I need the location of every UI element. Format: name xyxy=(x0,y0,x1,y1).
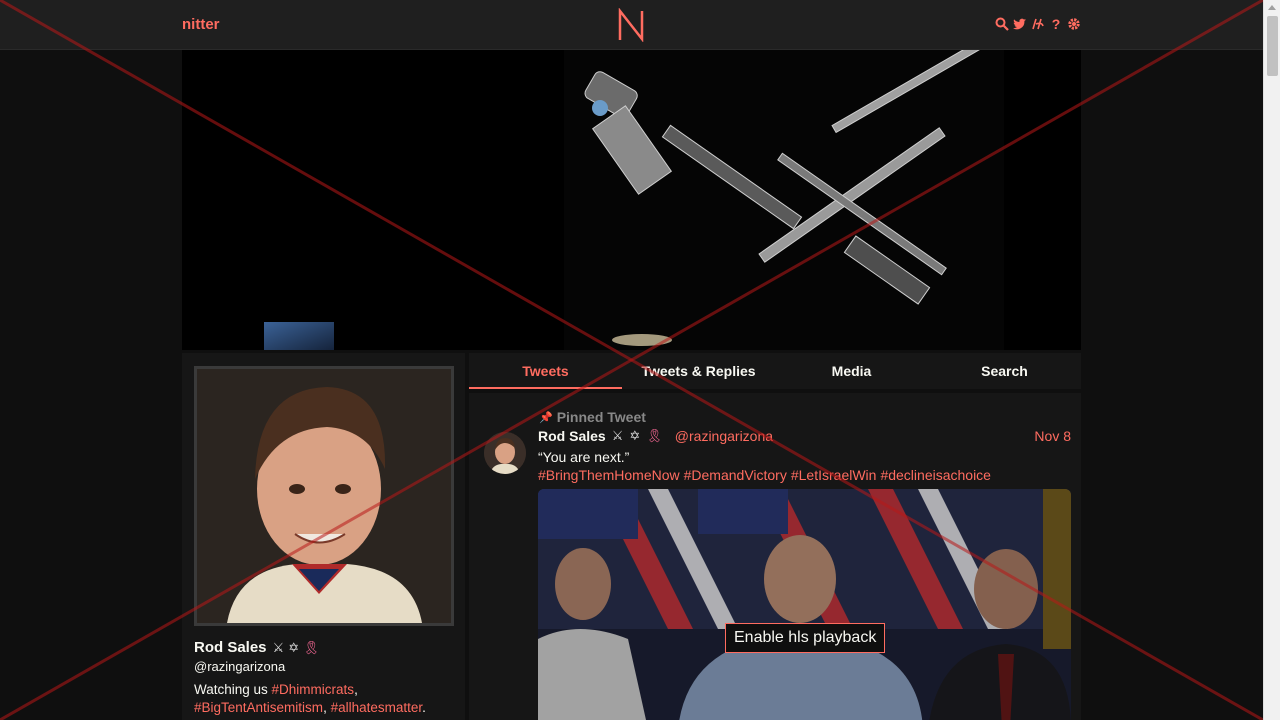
sword-icon: ⚔ xyxy=(611,428,624,443)
twitter-icon[interactable] xyxy=(1013,16,1027,32)
scroll-up-arrow-icon[interactable] xyxy=(1268,5,1276,10)
enable-hls-playback-button[interactable]: Enable hls playback xyxy=(725,623,886,653)
profile-name[interactable]: Rod Sales ⚔ ✡ 🎗 xyxy=(194,639,320,656)
page-scrollbar[interactable] xyxy=(1263,0,1280,720)
tab-search[interactable]: Search xyxy=(928,353,1081,389)
pin-icon: 📌 xyxy=(539,411,553,424)
brand-link[interactable]: nitter xyxy=(182,16,220,33)
tweet-avatar[interactable] xyxy=(484,432,526,474)
bio-hashtag-allhatesmatter[interactable]: #allhatesmatter xyxy=(331,700,423,715)
bio-hashtag-dhimmicrats[interactable]: #Dhimmicrats xyxy=(272,682,355,697)
rss-icon[interactable] xyxy=(1031,16,1045,32)
search-icon[interactable] xyxy=(995,16,1009,32)
avatar-image xyxy=(197,369,451,623)
gear-icon[interactable] xyxy=(1067,16,1081,32)
profile-bio: Watching us #Dhimmicrats, #BigTentAntisem… xyxy=(194,681,454,717)
profile-name-text: Rod Sales xyxy=(194,639,267,656)
tab-tweets-replies[interactable]: Tweets & Replies xyxy=(622,353,775,389)
hashtag-demandvictory[interactable]: #DemandVictory xyxy=(684,467,787,483)
tweet-author-handle[interactable]: @razingarizona xyxy=(675,428,773,444)
profile-card: Rod Sales ⚔ ✡ 🎗 @razingarizona Watching … xyxy=(182,353,465,720)
hashtag-declineisachoice[interactable]: #declineisachoice xyxy=(880,467,991,483)
tweet-video[interactable]: Enable hls playback xyxy=(538,489,1071,720)
timeline: 📌 Pinned Tweet Rod Sales ⚔ ✡ 🎗 @razingar… xyxy=(469,393,1081,720)
ribbon-icon: 🎗 xyxy=(303,639,320,655)
tweet-text: “You are next.” xyxy=(538,449,630,465)
tweet-header: Rod Sales ⚔ ✡ 🎗 @razingarizona xyxy=(538,428,773,444)
bio-hashtag-bigtentantisemitism[interactable]: #BigTentAntisemitism xyxy=(194,700,323,715)
ribbon-icon: 🎗 xyxy=(646,428,663,443)
tab-media[interactable]: Media xyxy=(775,353,928,389)
pinned-text: Pinned Tweet xyxy=(556,409,646,425)
tweet-hashtags: #BringThemHomeNow #DemandVictory #LetIsrae… xyxy=(538,467,995,483)
bio-text: Watching us xyxy=(194,682,272,697)
bio-separator: , xyxy=(323,700,331,715)
tweet-date[interactable]: Nov 8 xyxy=(1034,428,1071,444)
sword-icon: ⚔ xyxy=(272,639,285,655)
hashtag-bringthemhomenow[interactable]: #BringThemHomeNow xyxy=(538,467,680,483)
video-thumbnail xyxy=(538,489,1071,720)
profile-banner[interactable] xyxy=(182,50,1081,350)
nitter-logo-icon[interactable] xyxy=(617,8,645,42)
profile-avatar[interactable] xyxy=(194,366,454,626)
profile-badges: ⚔ ✡ 🎗 xyxy=(273,640,320,656)
scrollbar-thumb[interactable] xyxy=(1267,16,1278,76)
tweet-author-name[interactable]: Rod Sales xyxy=(538,428,606,444)
pinned-label: 📌 Pinned Tweet xyxy=(539,409,646,425)
timeline-tabs: Tweets Tweets & Replies Media Search xyxy=(469,353,1081,389)
bio-end: . xyxy=(422,700,426,715)
star-of-david-icon: ✡ xyxy=(288,639,300,655)
bio-separator: , xyxy=(354,682,358,697)
tweet-avatar-image xyxy=(484,432,526,474)
nav-icons: ? xyxy=(995,16,1081,32)
top-navbar: nitter ? xyxy=(0,0,1263,50)
help-icon[interactable]: ? xyxy=(1049,16,1063,32)
profile-handle[interactable]: @razingarizona xyxy=(194,659,285,674)
banner-image xyxy=(182,50,1081,350)
tab-tweets[interactable]: Tweets xyxy=(469,353,622,389)
hashtag-letisraelwin[interactable]: #LetIsraelWin xyxy=(791,467,877,483)
star-of-david-icon: ✡ xyxy=(629,428,641,443)
